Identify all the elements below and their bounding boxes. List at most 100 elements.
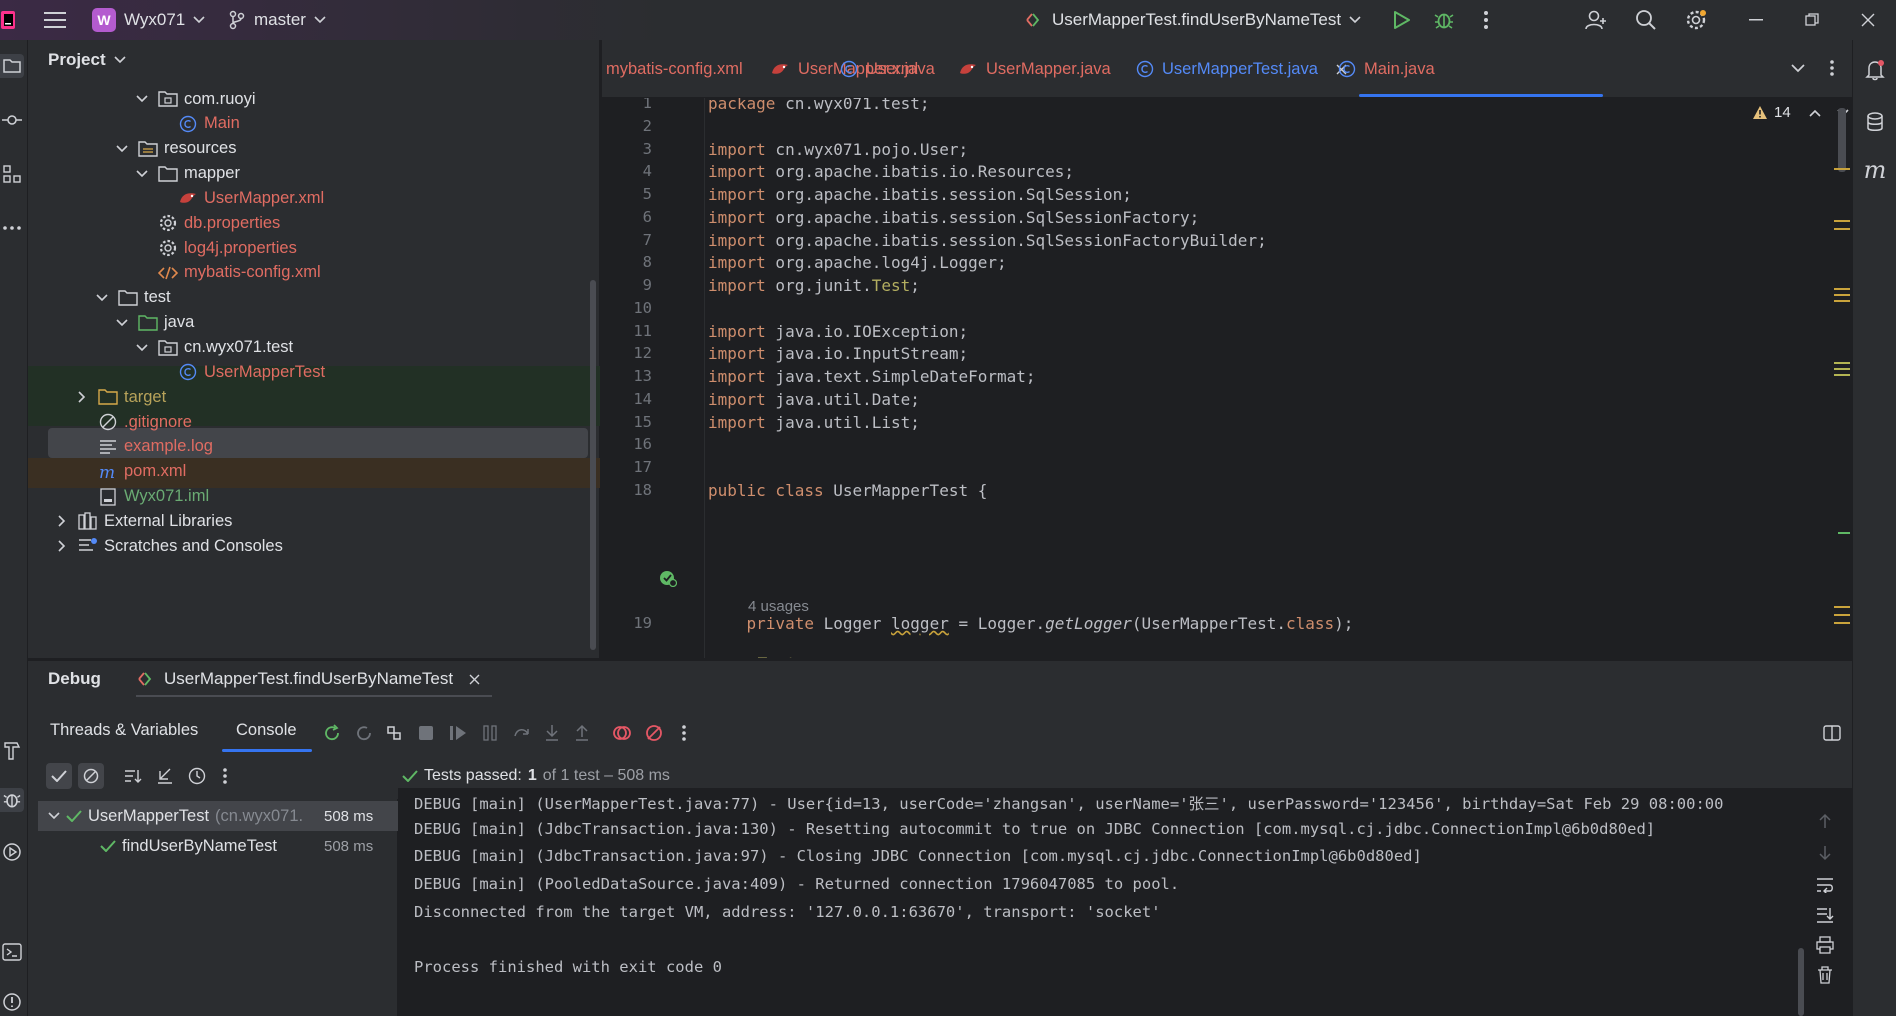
rerun-icon[interactable] bbox=[322, 723, 342, 743]
branch-switcher[interactable]: master bbox=[228, 8, 326, 32]
layout-settings-icon[interactable] bbox=[1822, 723, 1842, 743]
project-scrollbar[interactable] bbox=[590, 280, 596, 650]
structure-tool-icon[interactable] bbox=[0, 162, 24, 186]
clear-all-trash-icon[interactable] bbox=[1816, 966, 1834, 984]
show-ignored-toggle[interactable] bbox=[78, 763, 104, 789]
problems-tool-icon[interactable] bbox=[0, 990, 24, 1014]
step-into-icon[interactable] bbox=[542, 723, 562, 743]
build-tool-hammer-icon[interactable] bbox=[0, 738, 24, 762]
notifications-bell-icon[interactable] bbox=[1863, 58, 1887, 82]
project-tree-item-label: cn.wyx071.test bbox=[184, 338, 294, 356]
marker-stripe bbox=[1834, 606, 1850, 608]
tab-console[interactable]: Console bbox=[236, 721, 297, 740]
show-passed-toggle[interactable] bbox=[46, 763, 72, 789]
test-history-clock-icon[interactable] bbox=[186, 765, 208, 787]
main-menu-icon[interactable] bbox=[42, 8, 68, 32]
test-row-class[interactable]: UserMapperTest (cn.wyx071. bbox=[48, 801, 303, 831]
console-scrollbar[interactable] bbox=[1798, 948, 1804, 1016]
editor-tab[interactable]: Main.java bbox=[1338, 40, 1435, 98]
tests-status: Tests passed: 1 of 1 test – 508 ms bbox=[402, 763, 670, 789]
check-icon bbox=[66, 810, 82, 822]
code-line: import org.junit.Test; bbox=[708, 276, 920, 295]
sort-icon[interactable] bbox=[122, 765, 144, 787]
restore-window-icon[interactable] bbox=[1800, 8, 1824, 32]
check-icon bbox=[402, 770, 418, 782]
chevron-down-icon[interactable] bbox=[134, 340, 150, 356]
maven-m-icon[interactable]: m bbox=[1863, 156, 1887, 184]
services-tool-icon[interactable] bbox=[0, 840, 24, 864]
database-icon[interactable] bbox=[1863, 110, 1887, 134]
chevron-down-icon[interactable] bbox=[94, 290, 110, 306]
stop-icon[interactable] bbox=[416, 723, 436, 743]
view-breakpoints-icon[interactable] bbox=[612, 723, 632, 743]
tab-list-chevron-down-icon[interactable] bbox=[1788, 58, 1808, 78]
chevron-down-icon[interactable] bbox=[114, 141, 130, 157]
marker-stripe bbox=[1834, 220, 1850, 222]
run-config-selector[interactable]: UserMapperTest.findUserByNameTest bbox=[1024, 8, 1361, 32]
project-panel-header[interactable]: Project bbox=[48, 40, 126, 80]
more-tools-icon[interactable] bbox=[0, 216, 24, 240]
tab-options-more-icon[interactable] bbox=[1822, 58, 1842, 78]
project-tool-folder-icon[interactable] bbox=[0, 54, 24, 78]
editor-tab[interactable]: mybatis-config.xml bbox=[606, 40, 743, 98]
resume-program-icon[interactable] bbox=[448, 723, 468, 743]
run-button[interactable] bbox=[1390, 8, 1414, 32]
marker-stripe bbox=[1834, 168, 1850, 170]
editor-scrollbar[interactable] bbox=[1838, 108, 1846, 172]
project-switcher[interactable]: W Wyx071 bbox=[92, 8, 205, 32]
collapse-all-icon[interactable] bbox=[154, 765, 176, 787]
chevron-right-icon[interactable] bbox=[54, 538, 70, 554]
iml-file-icon bbox=[98, 487, 118, 507]
print-icon[interactable] bbox=[1816, 936, 1834, 954]
editor-tab[interactable]: UserMapperTest.java bbox=[1136, 40, 1347, 98]
code-line: private Logger logger = Logger.getLogger… bbox=[746, 614, 1354, 633]
junit-config-icon bbox=[1026, 13, 1040, 27]
tab-threads-variables[interactable]: Threads & Variables bbox=[50, 721, 198, 740]
project-tree-item[interactable]: Scratches and Consoles bbox=[40, 531, 583, 561]
chevron-right-icon[interactable] bbox=[74, 389, 90, 405]
project-tree-item-label: db.properties bbox=[184, 213, 281, 232]
step-over-icon[interactable] bbox=[512, 723, 532, 743]
text-file-icon bbox=[98, 437, 118, 457]
folder-icon bbox=[118, 288, 138, 308]
code-line: import java.util.List; bbox=[708, 412, 920, 432]
code-editor[interactable]: 1 package cn.wyx071.test; 2 3 import cn.wyx0… bbox=[602, 98, 1852, 658]
test-row-method[interactable]: findUserByNameTest bbox=[100, 831, 277, 861]
commit-tool-icon[interactable] bbox=[0, 108, 24, 132]
editor-tab[interactable]: UserMapper.java bbox=[958, 40, 1111, 98]
settings-gear-icon[interactable] bbox=[1684, 8, 1708, 32]
scroll-to-end-icon[interactable] bbox=[1816, 906, 1834, 924]
mute-breakpoints-icon[interactable] bbox=[644, 723, 664, 743]
inspection-widget[interactable]: 14 bbox=[1752, 104, 1849, 121]
search-icon[interactable] bbox=[1634, 8, 1658, 32]
more-debug-actions-icon[interactable] bbox=[674, 723, 694, 743]
close-window-icon[interactable] bbox=[1856, 8, 1880, 32]
terminal-tool-icon[interactable] bbox=[0, 940, 24, 964]
more-actions-icon[interactable] bbox=[1476, 8, 1496, 32]
resume-all-icon[interactable] bbox=[384, 723, 404, 743]
close-tab-icon[interactable] bbox=[469, 674, 480, 685]
chevron-right-icon[interactable] bbox=[54, 513, 70, 529]
run-test-gutter-icon[interactable] bbox=[658, 568, 678, 588]
chevron-down-icon[interactable] bbox=[114, 315, 130, 331]
usage-hint[interactable]: 4 usages bbox=[748, 598, 809, 615]
chevron-down-icon[interactable] bbox=[134, 166, 150, 182]
debug-tool-bug-icon[interactable] bbox=[0, 788, 24, 812]
step-out-icon[interactable] bbox=[572, 723, 592, 743]
more-test-actions-icon[interactable] bbox=[216, 765, 234, 787]
soft-wrap-icon[interactable] bbox=[1816, 876, 1834, 894]
rerun-failed-icon[interactable] bbox=[354, 723, 374, 743]
arrow-down-icon[interactable] bbox=[1816, 844, 1834, 862]
minimize-window-icon[interactable] bbox=[1744, 8, 1768, 32]
line-number: 12 bbox=[633, 344, 652, 363]
chevron-down-icon[interactable] bbox=[134, 91, 150, 107]
arrow-up-icon[interactable] bbox=[1816, 812, 1834, 830]
debug-button[interactable] bbox=[1432, 8, 1456, 32]
add-user-icon[interactable] bbox=[1584, 8, 1608, 32]
editor-tab[interactable]: User.java bbox=[840, 40, 935, 98]
console-output[interactable]: DEBUG [main] (UserMapperTest.java:77) - … bbox=[398, 788, 1852, 1016]
chevron-up-icon[interactable] bbox=[1809, 109, 1821, 117]
pause-icon[interactable] bbox=[480, 723, 500, 743]
debug-session-tab[interactable]: UserMapperTest.findUserByNameTest bbox=[136, 661, 480, 697]
